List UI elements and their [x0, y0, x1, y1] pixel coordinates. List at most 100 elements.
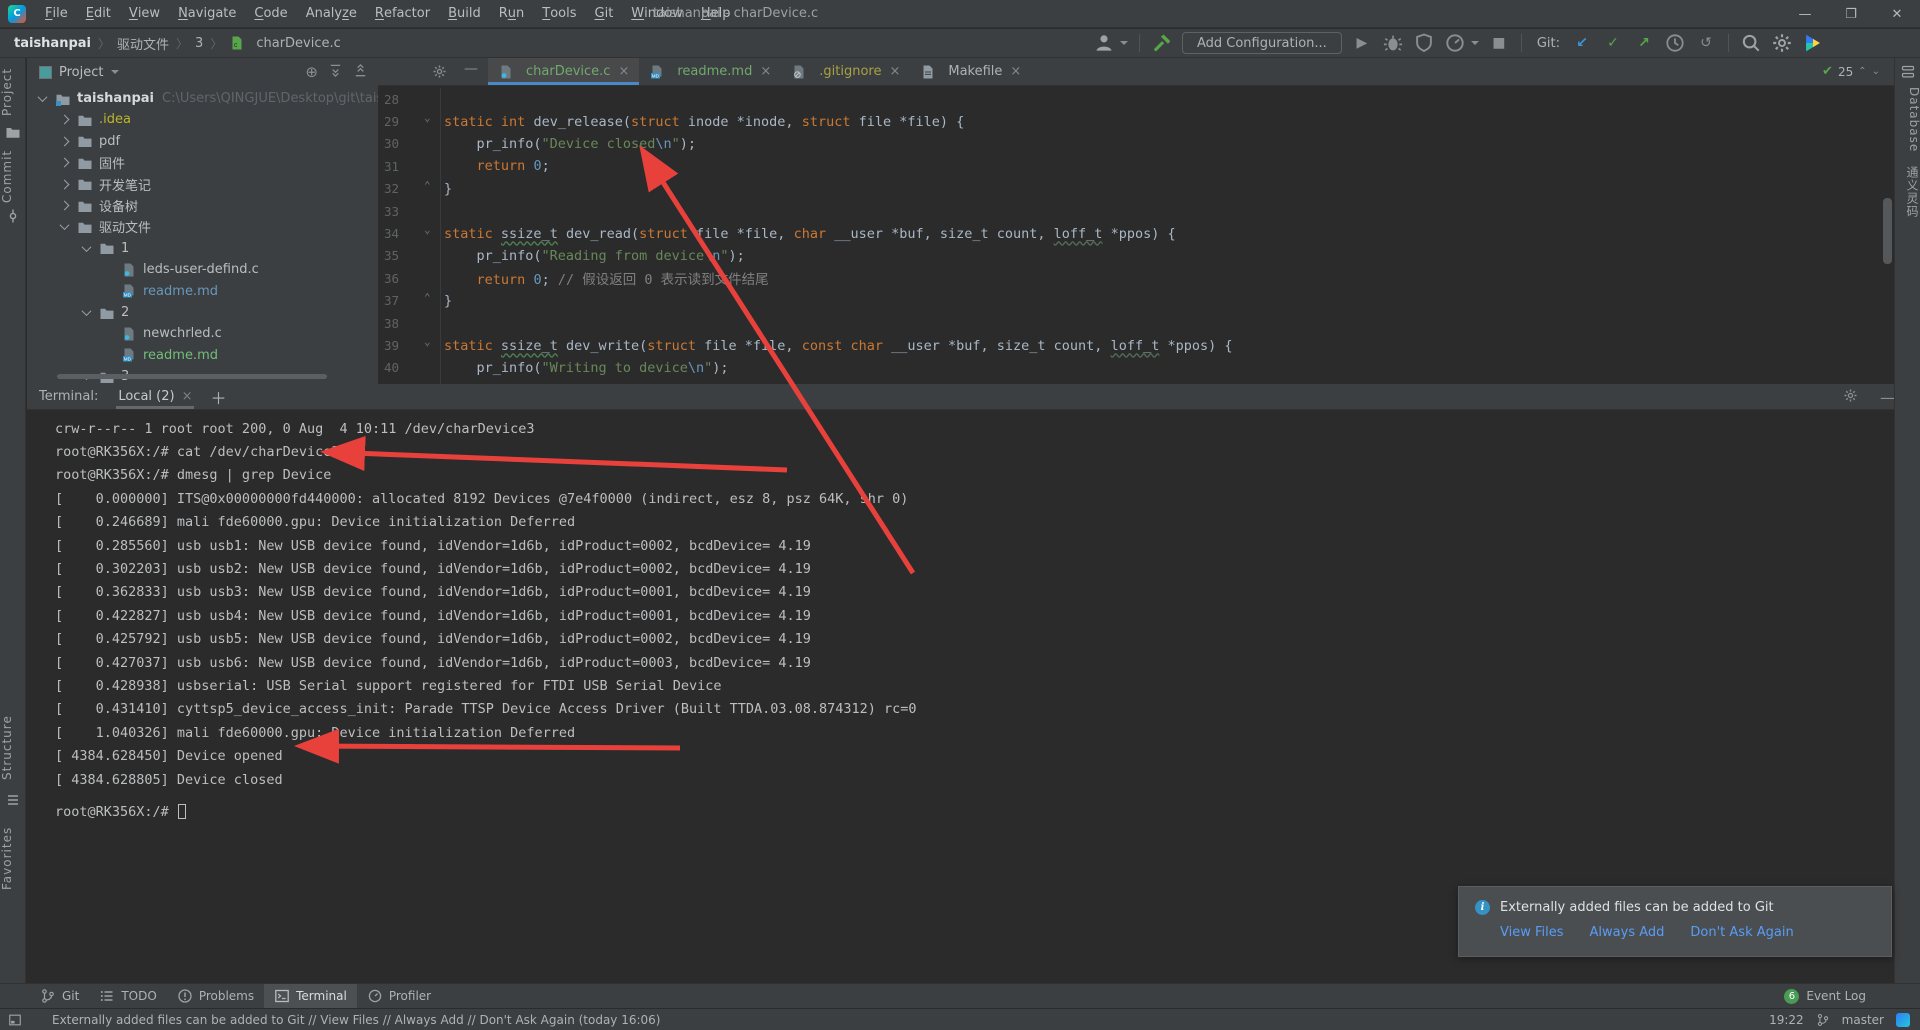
chevron-down-icon[interactable]: ⌄ [1872, 66, 1880, 77]
debug-icon[interactable] [1382, 32, 1404, 54]
tab-close-icon[interactable]: × [618, 64, 629, 79]
add-configuration-button[interactable]: Add Configuration... [1182, 32, 1342, 54]
breadcrumb-item-2[interactable]: 3 [195, 36, 203, 51]
menu-tools[interactable]: Tools [533, 0, 585, 27]
breadcrumb-item-3[interactable]: ccharDevice.c [229, 35, 340, 51]
tab-.gitignore[interactable]: .gitignore× [781, 58, 910, 85]
menu-run[interactable]: Run [490, 0, 534, 27]
rollback-icon[interactable]: ↺ [1695, 32, 1717, 54]
ai-plugin-icon[interactable] [1896, 1013, 1910, 1027]
chevron-up-icon[interactable]: ⌃ [1858, 66, 1866, 77]
chevron-collapsed-icon[interactable] [60, 201, 70, 211]
git-commit-icon[interactable]: ✓ [1602, 32, 1624, 54]
toolwindow-problems[interactable]: Problems [167, 984, 264, 1008]
toolwindow-profiler[interactable]: Profiler [357, 984, 441, 1008]
tree-item-1[interactable]: 1 [27, 238, 378, 259]
tree-item-固件[interactable]: 固件 [27, 152, 378, 173]
coverage-icon[interactable] [1413, 32, 1435, 54]
toolwindow-git[interactable]: Git [30, 984, 89, 1008]
tab-close-icon[interactable]: × [889, 64, 900, 79]
settings-gear-icon[interactable] [1771, 32, 1793, 54]
terminal-tab-local[interactable]: Local (2) × [116, 384, 194, 409]
menu-code[interactable]: Code [245, 0, 296, 27]
restore-button[interactable]: ❐ [1828, 0, 1874, 28]
collapse-all-icon[interactable] [353, 63, 368, 82]
chevron-expanded-icon[interactable] [38, 92, 48, 102]
tool-tab-favorites[interactable]: Favorites [0, 826, 26, 890]
git-push-icon[interactable]: ↗ [1633, 32, 1655, 54]
project-view-caret-icon[interactable] [111, 70, 119, 74]
code-editor[interactable]: 2829⌄static int dev_release(struct inode… [378, 88, 1894, 384]
chevron-collapsed-icon[interactable] [60, 158, 70, 168]
folder-icon[interactable] [5, 124, 21, 140]
terminal-prompt[interactable]: root@RK356X:/# [55, 800, 186, 823]
notification-link-don-t-ask-again[interactable]: Don't Ask Again [1690, 925, 1793, 940]
inspections-widget[interactable]: ✔ 25 ⌃ ⌄ [1822, 64, 1880, 79]
chevron-collapsed-icon[interactable] [60, 115, 70, 125]
tab-close-icon[interactable]: × [1010, 64, 1021, 79]
menu-file[interactable]: File [36, 0, 77, 27]
toolwindow-terminal[interactable]: Terminal [264, 984, 357, 1008]
menu-navigate[interactable]: Navigate [169, 0, 245, 27]
tree-horizontal-scrollbar[interactable] [57, 374, 327, 379]
search-everywhere-icon[interactable] [1740, 32, 1762, 54]
run-options-caret-icon[interactable] [1471, 41, 1479, 45]
tree-item-2[interactable]: 2 [27, 302, 378, 323]
git-update-icon[interactable]: ↙ [1571, 32, 1593, 54]
notification-link-always-add[interactable]: Always Add [1590, 925, 1665, 940]
expand-all-icon[interactable] [328, 63, 343, 82]
user-icon[interactable] [1093, 32, 1115, 54]
tree-item-pdf[interactable]: pdf [27, 131, 378, 152]
commit-node-icon[interactable] [5, 208, 21, 224]
ai-assistant-icon[interactable] [1802, 32, 1824, 54]
tool-tab-project[interactable]: Project [0, 66, 26, 118]
hide-panel-icon[interactable]: — [464, 61, 478, 77]
tree-item-驱动文件[interactable]: 驱动文件 [27, 216, 378, 237]
fold-open-icon[interactable]: ⌄ [424, 335, 431, 348]
tool-tab-commit[interactable]: Commit [0, 150, 26, 202]
tree-item-开发笔记[interactable]: 开发笔记 [27, 174, 378, 195]
breadcrumb-item-0[interactable]: taishanpai [14, 36, 91, 51]
fold-close-icon[interactable]: ⌃ [424, 291, 431, 304]
chevron-collapsed-icon[interactable] [60, 136, 70, 146]
menu-view[interactable]: View [120, 0, 169, 27]
editor-scrollbar[interactable] [1883, 198, 1892, 264]
fold-open-icon[interactable]: ⌄ [424, 223, 431, 236]
chevron-expanded-icon[interactable] [82, 242, 92, 252]
status-message[interactable]: Externally added files can be added to G… [52, 1013, 661, 1027]
git-history-icon[interactable] [1664, 32, 1686, 54]
locate-file-icon[interactable]: ⊕ [305, 63, 318, 82]
tab-charDevice.c[interactable]: charDevice.c× [488, 58, 639, 85]
editor-gear-icon[interactable] [432, 64, 447, 83]
notification-link-view-files[interactable]: View Files [1500, 925, 1564, 940]
event-log[interactable]: 6 Event Log [1784, 989, 1866, 1004]
menu-git[interactable]: Git [586, 0, 623, 27]
new-terminal-icon[interactable]: ＋ [210, 385, 226, 409]
tree-item-leds-user-defind.c[interactable]: leds-user-defind.c [27, 259, 378, 280]
close-icon[interactable]: × [182, 389, 193, 404]
tree-item-newchrled.c[interactable]: newchrled.c [27, 323, 378, 344]
fold-close-icon[interactable]: ⌃ [424, 179, 431, 192]
tab-close-icon[interactable]: × [760, 64, 771, 79]
tree-item-.idea[interactable]: .idea [27, 109, 378, 130]
chevron-collapsed-icon[interactable] [60, 179, 70, 189]
structure-list-icon[interactable] [5, 792, 21, 808]
breadcrumb-item-1[interactable]: 驱动文件 [117, 34, 169, 53]
menu-analyze[interactable]: Analyze [297, 0, 366, 27]
tool-tab-tongyi[interactable]: 通义灵码 [1895, 160, 1920, 224]
chevron-expanded-icon[interactable] [82, 306, 92, 316]
profiler-icon[interactable] [1444, 32, 1466, 54]
tree-item-taishanpai[interactable]: taishanpaiC:\Users\QINGJUE\Desktop\git\t… [27, 88, 378, 109]
tree-item-设备树[interactable]: 设备树 [27, 195, 378, 216]
tab-readme.md[interactable]: MDreadme.md× [639, 58, 781, 85]
toolwindow-switcher-icon[interactable] [8, 1013, 22, 1027]
toolwindow-todo[interactable]: TODO [89, 984, 166, 1008]
run-icon[interactable]: ▶ [1351, 32, 1373, 54]
chevron-expanded-icon[interactable] [60, 221, 70, 231]
menu-edit[interactable]: Edit [77, 0, 120, 27]
fold-open-icon[interactable]: ⌄ [424, 111, 431, 124]
build-hammer-icon[interactable] [1151, 32, 1173, 54]
menu-build[interactable]: Build [439, 0, 490, 27]
tab-Makefile[interactable]: Makefile× [910, 58, 1031, 85]
minimize-button[interactable]: — [1782, 0, 1828, 28]
